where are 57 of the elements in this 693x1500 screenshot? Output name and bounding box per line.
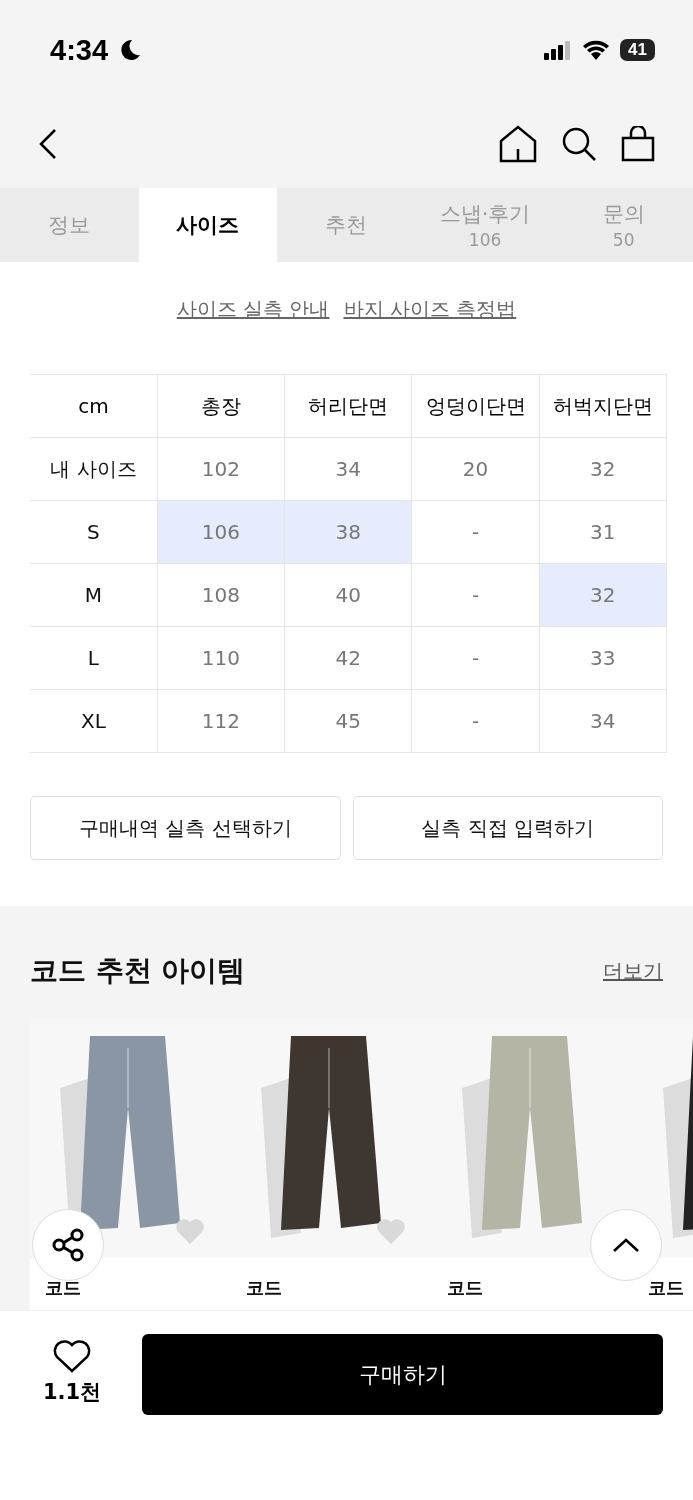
status-time: 4:34 [50, 33, 109, 67]
back-icon[interactable] [38, 128, 58, 160]
column-header: 엉덩이단면 [411, 374, 540, 438]
table-cell: 110 [157, 626, 285, 690]
guide-link[interactable]: 바지 사이즈 측정법 [343, 296, 517, 374]
size-input-button[interactable]: 구매내역 실측 선택하기 [30, 796, 341, 860]
table-cell: 112 [157, 689, 285, 753]
table-cell: 20 [411, 437, 540, 501]
column-header: cm [30, 374, 158, 438]
table-cell: 34 [539, 689, 667, 753]
brand-name: 코드 [647, 1276, 685, 1300]
buy-button[interactable]: 구매하기 [142, 1334, 663, 1415]
battery-level: 41 [620, 39, 655, 61]
like-count: 1.1천 [42, 1379, 102, 1406]
table-cell: 40 [284, 563, 412, 627]
heart-icon[interactable] [53, 1340, 91, 1374]
section-title: 코드 추천 아이템 [30, 953, 246, 989]
brand-name: 코드 [44, 1276, 82, 1300]
share-icon [50, 1227, 86, 1263]
table-cell: 45 [284, 689, 412, 753]
brand-name: 코드 [446, 1276, 484, 1300]
table-cell: - [411, 626, 540, 690]
size-label: M [30, 563, 158, 627]
more-link[interactable]: 더보기 [603, 957, 663, 985]
heart-icon[interactable] [376, 1218, 406, 1244]
search-icon[interactable] [561, 126, 597, 162]
shopping-bag-icon[interactable] [621, 126, 655, 162]
table-cell: 33 [539, 626, 667, 690]
size-label: L [30, 626, 158, 690]
table-cell: 108 [157, 563, 285, 627]
table-cell: - [411, 689, 540, 753]
moon-icon [118, 38, 143, 62]
table-cell: 42 [284, 626, 412, 690]
home-icon[interactable] [499, 125, 537, 163]
column-header: 총장 [157, 374, 285, 438]
signal-icon [544, 40, 573, 60]
table-cell: - [411, 500, 540, 564]
table-cell: 32 [539, 437, 667, 501]
size-input-button[interactable]: 실측 직접 입력하기 [352, 796, 663, 860]
table-cell: 106 [157, 500, 285, 564]
tab[interactable]: 사이즈 [138, 188, 278, 262]
wifi-icon [582, 40, 611, 60]
tab-count: 106 [468, 230, 502, 250]
table-cell: - [411, 563, 540, 627]
table-cell: 32 [539, 563, 667, 627]
table-cell: 38 [284, 500, 412, 564]
size-label: XL [30, 689, 158, 753]
table-cell: 102 [157, 437, 285, 501]
guide-link[interactable]: 사이즈 실측 안내 [176, 296, 330, 374]
column-header: 허리단면 [284, 374, 412, 438]
tab-count: 50 [612, 230, 635, 250]
brand-name: 코드 [245, 1276, 283, 1300]
column-header: 허벅지단면 [539, 374, 667, 438]
table-cell: 31 [539, 500, 667, 564]
table-cell: 34 [284, 437, 412, 501]
size-label: S [30, 500, 158, 564]
size-label: 내 사이즈 [30, 437, 158, 501]
